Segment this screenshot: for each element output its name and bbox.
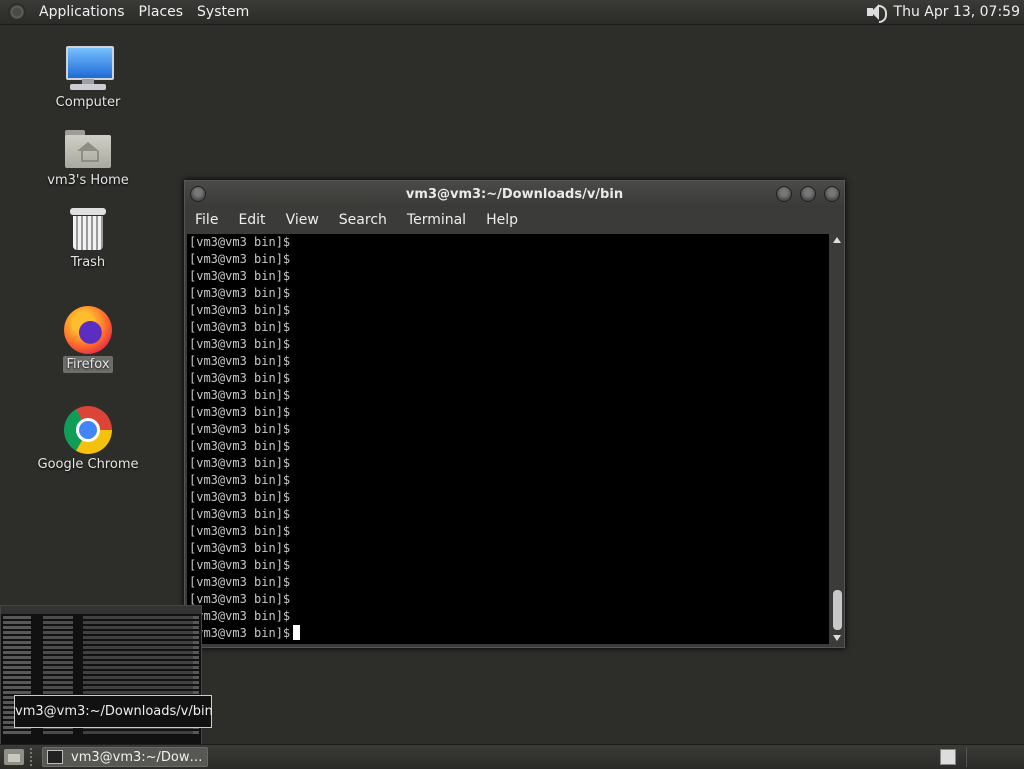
terminal-line: [vm3@vm3 bin]$ bbox=[189, 422, 291, 436]
terminal-line: [vm3@vm3 bin]$ bbox=[189, 405, 291, 419]
terminal-icon bbox=[47, 750, 63, 764]
desktop-icon-label: vm3's Home bbox=[47, 173, 129, 188]
bottom-panel: vm3@vm3:~/Downl... bbox=[0, 744, 1024, 769]
terminal-output[interactable]: [vm3@vm3 bin]$ [vm3@vm3 bin]$ [vm3@vm3 bin… bbox=[187, 234, 829, 644]
desktop-icon-label: Trash bbox=[70, 255, 106, 270]
desktop-icon-trash[interactable]: Trash bbox=[33, 208, 143, 271]
desktop-icon-chrome[interactable]: Google Chrome bbox=[33, 406, 143, 473]
scroll-down-icon[interactable] bbox=[833, 635, 841, 641]
taskbar-button-label: vm3@vm3:~/Downl... bbox=[71, 749, 207, 765]
computer-icon bbox=[64, 46, 114, 92]
menu-view[interactable]: View bbox=[276, 212, 329, 228]
volume-icon[interactable] bbox=[864, 2, 888, 23]
show-desktop-icon[interactable] bbox=[4, 749, 24, 765]
top-panel-tray: Thu Apr 13, 07:59 bbox=[864, 2, 1024, 23]
text-cursor bbox=[293, 625, 301, 640]
terminal-line: [vm3@vm3 bin]$ bbox=[189, 252, 291, 266]
firefox-icon bbox=[64, 306, 112, 354]
terminal-line: [vm3@vm3 bin]$ bbox=[189, 354, 291, 368]
places-menu[interactable]: Places bbox=[132, 4, 191, 20]
desktop-icon-label: Google Chrome bbox=[37, 457, 139, 472]
distro-logo-icon[interactable] bbox=[8, 3, 26, 21]
menu-search[interactable]: Search bbox=[329, 212, 397, 228]
applications-menu[interactable]: Applications bbox=[32, 4, 132, 20]
terminal-line: [vm3@vm3 bin]$ bbox=[189, 303, 291, 317]
menu-help[interactable]: Help bbox=[476, 212, 528, 228]
terminal-line: [vm3@vm3 bin]$ bbox=[189, 609, 291, 623]
maximize-button[interactable] bbox=[800, 186, 816, 202]
desktop-icon-label: Computer bbox=[55, 95, 121, 110]
terminal-line: [vm3@vm3 bin]$ bbox=[189, 371, 291, 385]
terminal-line: [vm3@vm3 bin]$ bbox=[189, 456, 291, 470]
desktop-icon-label: Firefox bbox=[63, 356, 113, 373]
chrome-icon bbox=[64, 406, 112, 454]
terminal-line: [vm3@vm3 bin]$ bbox=[189, 490, 291, 504]
clock[interactable]: Thu Apr 13, 07:59 bbox=[894, 4, 1024, 20]
terminal-line: [vm3@vm3 bin]$ bbox=[189, 388, 291, 402]
scroll-thumb[interactable] bbox=[833, 590, 842, 630]
taskbar-tooltip: vm3@vm3:~/Downloads/v/bin bbox=[14, 695, 213, 728]
minimize-button[interactable] bbox=[776, 186, 792, 202]
scroll-up-icon[interactable] bbox=[833, 237, 841, 243]
terminal-line: [vm3@vm3 bin]$ bbox=[187, 625, 829, 642]
terminal-line: [vm3@vm3 bin]$ bbox=[189, 337, 291, 351]
desktop-icon-firefox[interactable]: Firefox bbox=[33, 306, 143, 373]
taskbar-button-terminal[interactable]: vm3@vm3:~/Downl... bbox=[42, 747, 208, 767]
workspace-switcher-2[interactable] bbox=[966, 747, 1019, 767]
terminal-line: [vm3@vm3 bin]$ bbox=[189, 558, 291, 572]
terminal-line: [vm3@vm3 bin]$ bbox=[189, 524, 291, 538]
panel-separator bbox=[30, 748, 36, 766]
terminal-line: [vm3@vm3 bin]$ bbox=[189, 575, 291, 589]
terminal-line: [vm3@vm3 bin]$ bbox=[189, 507, 291, 521]
terminal-scrollbar[interactable] bbox=[831, 234, 844, 644]
terminal-line: [vm3@vm3 bin]$ bbox=[189, 592, 291, 606]
terminal-line: [vm3@vm3 bin]$ bbox=[189, 269, 291, 283]
terminal-line: [vm3@vm3 bin]$ bbox=[189, 439, 291, 453]
desktop-icon-computer[interactable]: Computer bbox=[33, 46, 143, 111]
window-title-bar[interactable]: vm3@vm3:~/Downloads/v/bin bbox=[185, 181, 844, 207]
terminal-menubar: File Edit View Search Terminal Help bbox=[185, 207, 844, 233]
system-menu[interactable]: System bbox=[190, 4, 256, 20]
close-button[interactable] bbox=[824, 186, 840, 202]
top-panel: Applications Places System Thu Apr 13, 0… bbox=[0, 0, 1024, 25]
desktop-icon-home[interactable]: vm3's Home bbox=[33, 128, 143, 189]
menu-edit[interactable]: Edit bbox=[228, 212, 275, 228]
terminal-line: [vm3@vm3 bin]$ bbox=[189, 235, 291, 249]
workspace-switcher-1[interactable] bbox=[940, 749, 956, 765]
terminal-line: [vm3@vm3 bin]$ bbox=[189, 541, 291, 555]
terminal-line: [vm3@vm3 bin]$ bbox=[189, 473, 291, 487]
terminal-window[interactable]: vm3@vm3:~/Downloads/v/bin File Edit View… bbox=[184, 180, 845, 648]
trash-icon bbox=[70, 208, 106, 252]
terminal-line: [vm3@vm3 bin]$ bbox=[189, 320, 291, 334]
menu-file[interactable]: File bbox=[185, 212, 228, 228]
window-title: vm3@vm3:~/Downloads/v/bin bbox=[405, 186, 624, 202]
menu-terminal[interactable]: Terminal bbox=[397, 212, 476, 228]
terminal-line: [vm3@vm3 bin]$ bbox=[189, 286, 291, 300]
window-menu-icon[interactable] bbox=[190, 186, 206, 202]
home-folder-icon bbox=[65, 128, 111, 170]
